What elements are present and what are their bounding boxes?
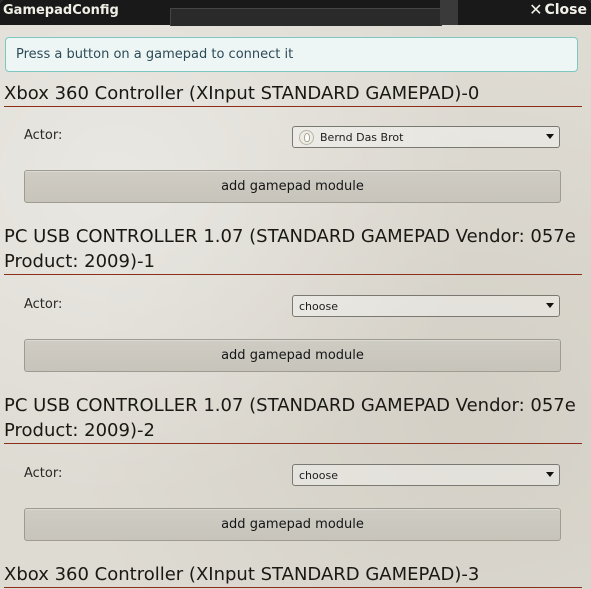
close-icon: ✕: [529, 0, 543, 19]
gamepad-title: PC USB CONTROLLER 1.07 (STANDARD GAMEPAD…: [4, 224, 582, 275]
gamepad-config-window: GamepadConfig ✕ Close Press a button on …: [0, 0, 591, 589]
gamepad-title-line: Product: 2009)-1: [4, 251, 155, 272]
window-content: Press a button on a gamepad to connect i…: [0, 25, 591, 589]
background-strip: [440, 0, 458, 25]
add-gamepad-module-button[interactable]: add gamepad module: [24, 508, 561, 541]
actor-avatar-icon: [299, 129, 314, 145]
actor-select[interactable]: Bernd Das Brot: [292, 126, 560, 148]
actor-label: Actor:: [24, 466, 63, 481]
gamepad-title-line: PC USB CONTROLLER 1.07 (STANDARD GAMEPAD…: [4, 395, 576, 416]
close-button[interactable]: ✕ Close: [529, 0, 587, 19]
chevron-down-icon: [546, 303, 554, 308]
add-gamepad-module-button[interactable]: add gamepad module: [24, 170, 561, 203]
actor-select[interactable]: choose: [292, 464, 560, 486]
actor-label: Actor:: [24, 128, 63, 143]
actor-select-value: Bernd Das Brot: [320, 130, 404, 144]
actor-select[interactable]: choose: [292, 295, 560, 317]
gamepad-title-line: Product: 2009)-2: [4, 420, 155, 441]
window-title: GamepadConfig: [3, 3, 119, 18]
gamepad-title: Xbox 360 Controller (XInput STANDARD GAM…: [4, 562, 582, 588]
actor-label: Actor:: [24, 297, 63, 312]
add-gamepad-module-button[interactable]: add gamepad module: [24, 339, 561, 372]
chevron-down-icon: [546, 134, 554, 139]
background-strip: [170, 8, 442, 26]
gamepad-title-line: PC USB CONTROLLER 1.07 (STANDARD GAMEPAD…: [4, 226, 576, 247]
window-titlebar[interactable]: GamepadConfig ✕ Close: [0, 0, 591, 26]
gamepad-title: Xbox 360 Controller (XInput STANDARD GAM…: [4, 81, 582, 107]
chevron-down-icon: [546, 472, 554, 477]
gamepad-title: PC USB CONTROLLER 1.07 (STANDARD GAMEPAD…: [4, 393, 582, 444]
actor-select-value: choose: [299, 468, 338, 482]
actor-select-value: choose: [299, 299, 338, 313]
connect-notice: Press a button on a gamepad to connect i…: [5, 37, 578, 72]
close-label: Close: [544, 2, 587, 18]
